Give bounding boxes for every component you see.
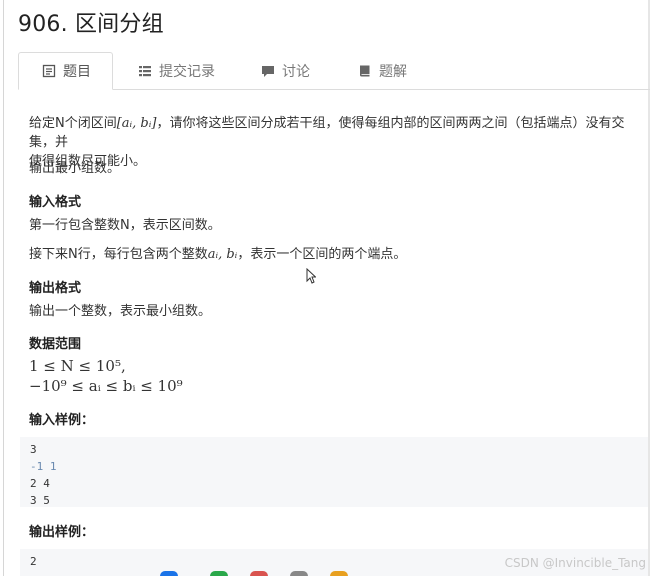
code-line: 2 4 [30, 477, 50, 490]
input-sample-heading: 输入样例： [29, 413, 95, 428]
code-line: 3 5 [30, 494, 50, 507]
problem-page: 906. 区间分组 题目 提交记录 讨论 题解 给定N个闭区间[aᵢ, bᵢ]，… [0, 0, 650, 576]
tab-solutions-label: 题解 [379, 63, 407, 80]
code-line: 3 [30, 443, 37, 456]
output-format-heading: 输出格式 [29, 281, 82, 296]
tab-problem[interactable]: 题目 [18, 52, 113, 90]
left-border [3, 0, 4, 576]
list-icon [138, 64, 152, 78]
input-format-line1: 第一行包含整数N，表示区间数。 [29, 218, 221, 233]
input-format-text: 接下来N行，每行包含两个整数 [29, 247, 208, 262]
tab-problem-label: 题目 [63, 64, 91, 80]
taskbar-icon[interactable] [330, 571, 348, 576]
data-range-line1: 1 ≤ N ≤ 10⁵, [29, 357, 126, 375]
input-sample-code: 3 -1 1 2 4 3 5 [20, 437, 648, 507]
tab-discussion[interactable]: 讨论 [261, 52, 351, 89]
page-title: 906. 区间分组 [18, 12, 164, 37]
watermark: CSDN @Invincible_Tang [504, 556, 646, 570]
comment-icon [261, 64, 275, 78]
input-format-line2: 接下来N行，每行包含两个整数aᵢ, bᵢ，表示一个区间的两个端点。 [29, 245, 639, 264]
data-range-heading: 数据范围 [29, 337, 82, 352]
output-sample-heading: 输出样例： [29, 525, 95, 540]
output-format-line1: 输出一个整数，表示最小组数。 [29, 304, 212, 319]
code-line: -1 1 [30, 460, 57, 473]
output-requirement: 输出最小组数。 [29, 161, 121, 176]
taskbar-icon[interactable] [210, 571, 228, 576]
tab-submissions[interactable]: 提交记录 [138, 52, 248, 89]
book-icon [358, 64, 372, 78]
tab-submissions-label: 提交记录 [159, 63, 215, 80]
taskbar-icon[interactable] [250, 571, 268, 576]
data-range-line2: −10⁹ ≤ aᵢ ≤ bᵢ ≤ 10⁹ [29, 377, 183, 395]
interval-math: [aᵢ, bᵢ] [116, 116, 157, 131]
endpoint-math: aᵢ, bᵢ [207, 247, 238, 262]
mouse-cursor-icon [306, 267, 317, 288]
description-text: 给定N个闭区间 [29, 116, 117, 131]
document-icon [42, 64, 56, 78]
taskbar-icon[interactable] [290, 571, 308, 576]
taskbar-strip [150, 571, 360, 576]
tab-discussion-label: 讨论 [282, 63, 310, 80]
taskbar-icon[interactable] [160, 571, 178, 576]
tab-solutions[interactable]: 题解 [358, 52, 448, 89]
input-format-text: ，表示一个区间的两个端点。 [237, 247, 407, 262]
input-format-heading: 输入格式 [29, 195, 82, 210]
tab-bar: 题目 提交记录 讨论 题解 [18, 52, 650, 90]
